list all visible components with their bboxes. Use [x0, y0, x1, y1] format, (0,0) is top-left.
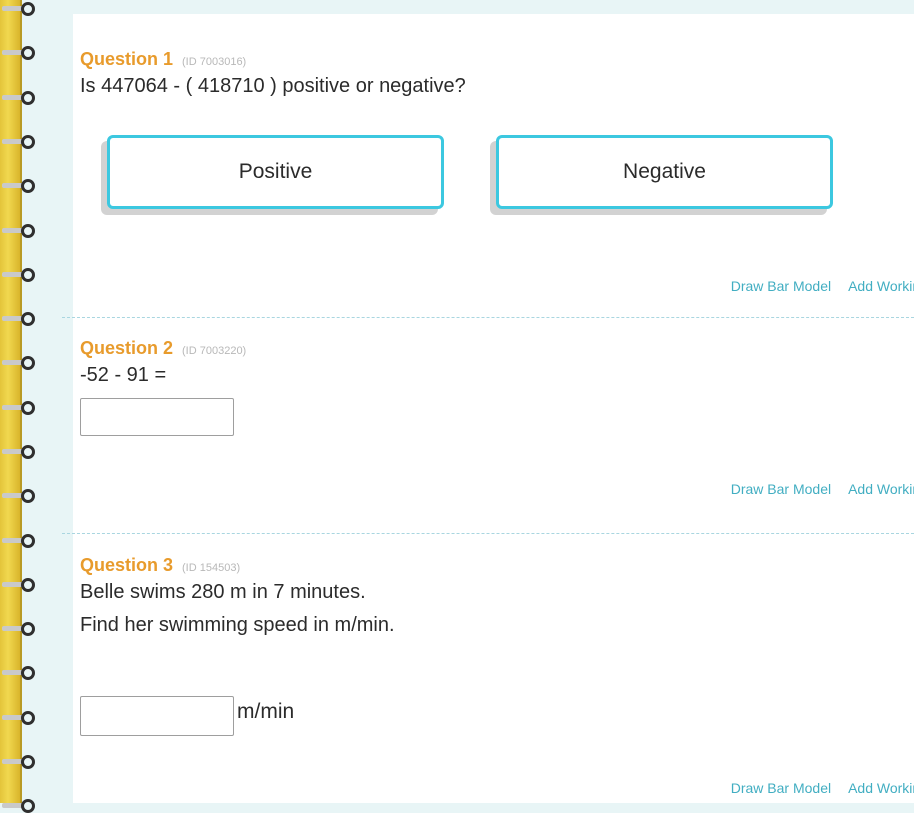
binding-ring	[2, 312, 35, 326]
choice-negative-button[interactable]: Negative	[496, 135, 833, 209]
binding-ring	[2, 356, 35, 370]
question-title: Question 3	[80, 555, 174, 575]
add-working-link[interactable]: Add Working	[848, 278, 914, 294]
question-text: -52 - 91 =	[80, 364, 167, 386]
add-working-link[interactable]: Add Working	[848, 481, 914, 497]
notebook-binding	[0, 0, 60, 813]
question-text-line-2: Find her swimming speed in m/min.	[80, 614, 395, 636]
question-id: (ID 7003016)	[182, 56, 247, 68]
question-divider	[62, 533, 914, 534]
question-title: Question 1	[80, 49, 174, 69]
binding-ring	[2, 268, 35, 282]
draw-bar-model-link[interactable]: Draw Bar Model	[731, 278, 831, 294]
question-2: Question 2 (ID 7003220) -52 - 91 =	[80, 338, 914, 392]
question-id: (ID 154503)	[182, 562, 241, 574]
binding-ring	[2, 135, 35, 149]
binding-ring	[2, 179, 35, 193]
binding-ring	[2, 46, 35, 60]
binding-ring	[2, 401, 35, 415]
binding-ring	[2, 711, 35, 725]
answer-input[interactable]	[80, 398, 234, 436]
binding-ring	[2, 2, 35, 16]
question-3: Question 3 (ID 154503) Belle swims 280 m…	[80, 555, 914, 642]
question-text-line-1: Belle swims 280 m in 7 minutes.	[80, 581, 366, 603]
question-text: Is 447064 - ( 418710 ) positive or negat…	[80, 75, 466, 97]
question-title: Question 2	[80, 338, 174, 358]
binding-ring	[2, 489, 35, 503]
question-1: Question 1 (ID 7003016) Is 447064 - ( 41…	[80, 49, 914, 103]
question-1-tools: Draw Bar Model Add Working	[731, 278, 914, 294]
question-id: (ID 7003220)	[182, 345, 247, 357]
binding-ring	[2, 666, 35, 680]
question-3-tools: Draw Bar Model Add Working	[731, 780, 914, 796]
choice-positive-button[interactable]: Positive	[107, 135, 444, 209]
binding-ring	[2, 445, 35, 459]
binding-ring	[2, 91, 35, 105]
binding-ring	[2, 224, 35, 238]
add-working-link[interactable]: Add Working	[848, 780, 914, 796]
binding-ring	[2, 755, 35, 769]
question-divider	[62, 317, 914, 318]
answer-input[interactable]	[80, 696, 234, 736]
answer-unit: m/min	[237, 700, 295, 723]
binding-ring	[2, 578, 35, 592]
question-2-tools: Draw Bar Model Add Working	[731, 481, 914, 497]
draw-bar-model-link[interactable]: Draw Bar Model	[731, 780, 831, 796]
binding-ring	[2, 622, 35, 636]
binding-ring	[2, 534, 35, 548]
draw-bar-model-link[interactable]: Draw Bar Model	[731, 481, 831, 497]
binding-ring	[2, 799, 35, 813]
